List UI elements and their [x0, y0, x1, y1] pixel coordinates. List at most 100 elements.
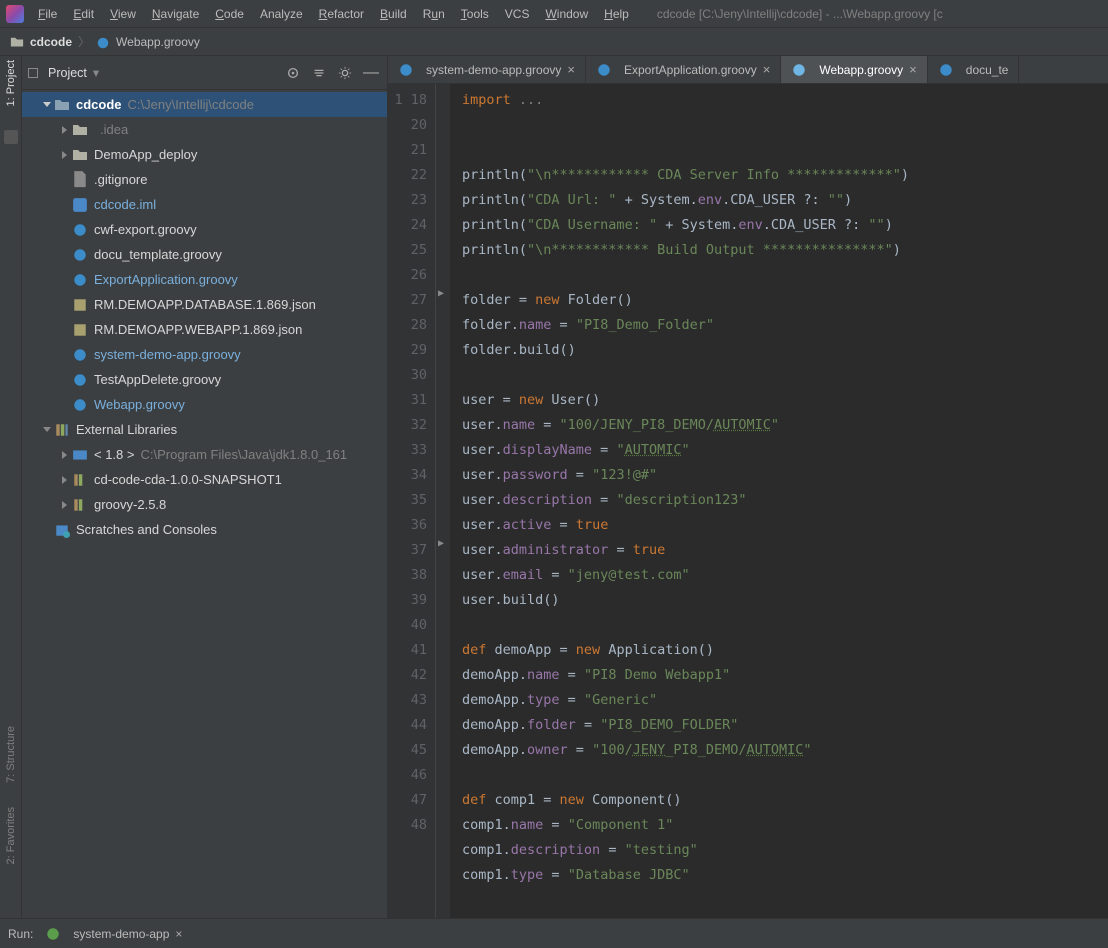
expand-toggle[interactable]	[58, 148, 72, 162]
folder-icon	[72, 122, 88, 138]
close-icon[interactable]: ×	[567, 62, 575, 77]
run-config-tab[interactable]: system-demo-app ×	[45, 926, 182, 942]
tree-lib2[interactable]: groovy-2.5.8	[22, 492, 387, 517]
locate-icon[interactable]	[283, 63, 303, 83]
hide-icon[interactable]: —	[361, 63, 381, 83]
groovy-icon	[791, 62, 807, 78]
file-icon	[72, 172, 88, 188]
menu-navigate[interactable]: Navigate	[144, 3, 207, 25]
bottom-toolbar: Run: system-demo-app ×	[0, 918, 1108, 948]
groovy-icon	[596, 62, 612, 78]
tree-item-cwf[interactable]: cwf-export.groovy	[22, 217, 387, 242]
editor-area: system-demo-app.groovy× ExportApplicatio…	[388, 56, 1108, 918]
groovy-icon	[45, 926, 61, 942]
breadcrumb-project[interactable]: cdcode	[30, 35, 72, 49]
menu-analyze[interactable]: Analyze	[252, 3, 311, 25]
scratches-icon	[54, 522, 70, 538]
editor-tab[interactable]: system-demo-app.groovy×	[388, 56, 586, 83]
tree-item-rm-web[interactable]: RM.DEMOAPP.WEBAPP.1.869.json	[22, 317, 387, 342]
close-icon[interactable]: ×	[909, 62, 917, 77]
run-marker-icon[interactable]: ▶	[438, 288, 444, 299]
editor-tabs: system-demo-app.groovy× ExportApplicatio…	[388, 56, 1108, 84]
code-editor[interactable]: 1 18 20 21 22 23 24 25 26 27 28 29 30 31…	[388, 84, 1108, 918]
groovy-icon	[72, 372, 88, 388]
tree-scratches[interactable]: Scratches and Consoles	[22, 517, 387, 542]
iml-icon	[72, 197, 88, 213]
breadcrumb: cdcode 〉 Webapp.groovy	[0, 28, 1108, 56]
breadcrumb-file[interactable]: Webapp.groovy	[116, 35, 200, 49]
collapse-all-icon[interactable]	[309, 63, 329, 83]
app-logo-icon	[6, 5, 24, 23]
menu-view[interactable]: View	[102, 3, 144, 25]
menu-bar: File Edit View Navigate Code Analyze Ref…	[0, 0, 1108, 28]
tree-item-export[interactable]: ExportApplication.groovy	[22, 267, 387, 292]
tree-item-idea[interactable]: .idea	[22, 117, 387, 142]
tree-lib1[interactable]: cd-code-cda-1.0.0-SNAPSHOT1	[22, 467, 387, 492]
menu-edit[interactable]: Edit	[65, 3, 102, 25]
expand-toggle[interactable]	[58, 123, 72, 137]
tree-item-docu[interactable]: docu_template.groovy	[22, 242, 387, 267]
close-icon[interactable]: ×	[763, 62, 771, 77]
menu-tools[interactable]: Tools	[453, 3, 497, 25]
menu-run[interactable]: Run	[415, 3, 453, 25]
gutter-marks: ▶ ▶	[436, 84, 450, 918]
run-toolwindow-label[interactable]: Run:	[8, 927, 33, 941]
folder-icon	[10, 36, 24, 48]
tree-item-gitignore[interactable]: .gitignore	[22, 167, 387, 192]
tree-item-rm-db[interactable]: RM.DEMOAPP.DATABASE.1.869.json	[22, 292, 387, 317]
tool-strip-icon[interactable]	[4, 130, 18, 144]
editor-tab[interactable]: ExportApplication.groovy×	[586, 56, 781, 83]
project-tool-window: Project ▾ — cdcode C:\Jeny\Intellij\cdco…	[22, 56, 388, 918]
menu-help[interactable]: Help	[596, 3, 637, 25]
groovy-icon	[72, 347, 88, 363]
tree-ext-libs[interactable]: External Libraries	[22, 417, 387, 442]
code-content[interactable]: import ... println("\n************ CDA S…	[450, 84, 1108, 918]
window-title-path: cdcode [C:\Jeny\Intellij\cdcode] - ...\W…	[657, 7, 1108, 21]
groovy-icon	[938, 62, 954, 78]
project-tree[interactable]: cdcode C:\Jeny\Intellij\cdcode .idea Dem…	[22, 90, 387, 918]
menu-refactor[interactable]: Refactor	[311, 3, 372, 25]
tab-project-tool[interactable]: 1: Project	[5, 60, 17, 106]
menu-code[interactable]: Code	[207, 3, 252, 25]
run-marker-icon[interactable]: ▶	[438, 538, 444, 549]
tree-item-demoapp[interactable]: DemoApp_deploy	[22, 142, 387, 167]
tab-favorites-tool[interactable]: 2: Favorites	[5, 807, 17, 864]
groovy-icon	[72, 397, 88, 413]
menu-build[interactable]: Build	[372, 3, 415, 25]
close-icon[interactable]: ×	[175, 927, 182, 941]
json-icon	[72, 322, 88, 338]
tree-item-webapp[interactable]: Webapp.groovy	[22, 392, 387, 417]
expand-toggle[interactable]	[58, 498, 72, 512]
gear-icon[interactable]	[335, 63, 355, 83]
project-combobox[interactable]: Project	[48, 66, 87, 80]
tree-jdk[interactable]: < 1.8 > C:\Program Files\Java\jdk1.8.0_1…	[22, 442, 387, 467]
library-icon	[54, 422, 70, 438]
tree-item-testapp[interactable]: TestAppDelete.groovy	[22, 367, 387, 392]
groovy-file-icon	[96, 36, 110, 48]
folder-icon	[72, 147, 88, 163]
groovy-icon	[398, 62, 414, 78]
gutter-line-numbers: 1 18 20 21 22 23 24 25 26 27 28 29 30 31…	[388, 84, 436, 918]
menu-window[interactable]: Window	[537, 3, 596, 25]
editor-tab[interactable]: docu_te	[928, 56, 1020, 83]
editor-tab-active[interactable]: Webapp.groovy×	[781, 56, 927, 83]
tree-item-iml[interactable]: cdcode.iml	[22, 192, 387, 217]
menu-file[interactable]: File	[30, 3, 65, 25]
expand-toggle[interactable]	[58, 448, 72, 462]
expand-toggle[interactable]	[58, 473, 72, 487]
groovy-icon	[72, 272, 88, 288]
jdk-icon	[72, 447, 88, 463]
chevron-down-icon[interactable]: ▾	[93, 65, 99, 80]
tree-root[interactable]: cdcode C:\Jeny\Intellij\cdcode	[22, 92, 387, 117]
breadcrumb-separator: 〉	[78, 33, 90, 50]
project-view-icon	[28, 68, 38, 78]
library-icon	[72, 497, 88, 513]
tree-item-sys[interactable]: system-demo-app.groovy	[22, 342, 387, 367]
tab-structure-tool[interactable]: 7: Structure	[5, 726, 17, 783]
library-icon	[72, 472, 88, 488]
left-tool-strip: 1: Project 7: Structure 2: Favorites	[0, 56, 22, 918]
expand-toggle[interactable]	[40, 98, 54, 112]
expand-toggle[interactable]	[40, 423, 54, 437]
project-header: Project ▾ —	[22, 56, 387, 90]
menu-vcs[interactable]: VCS	[497, 3, 538, 25]
